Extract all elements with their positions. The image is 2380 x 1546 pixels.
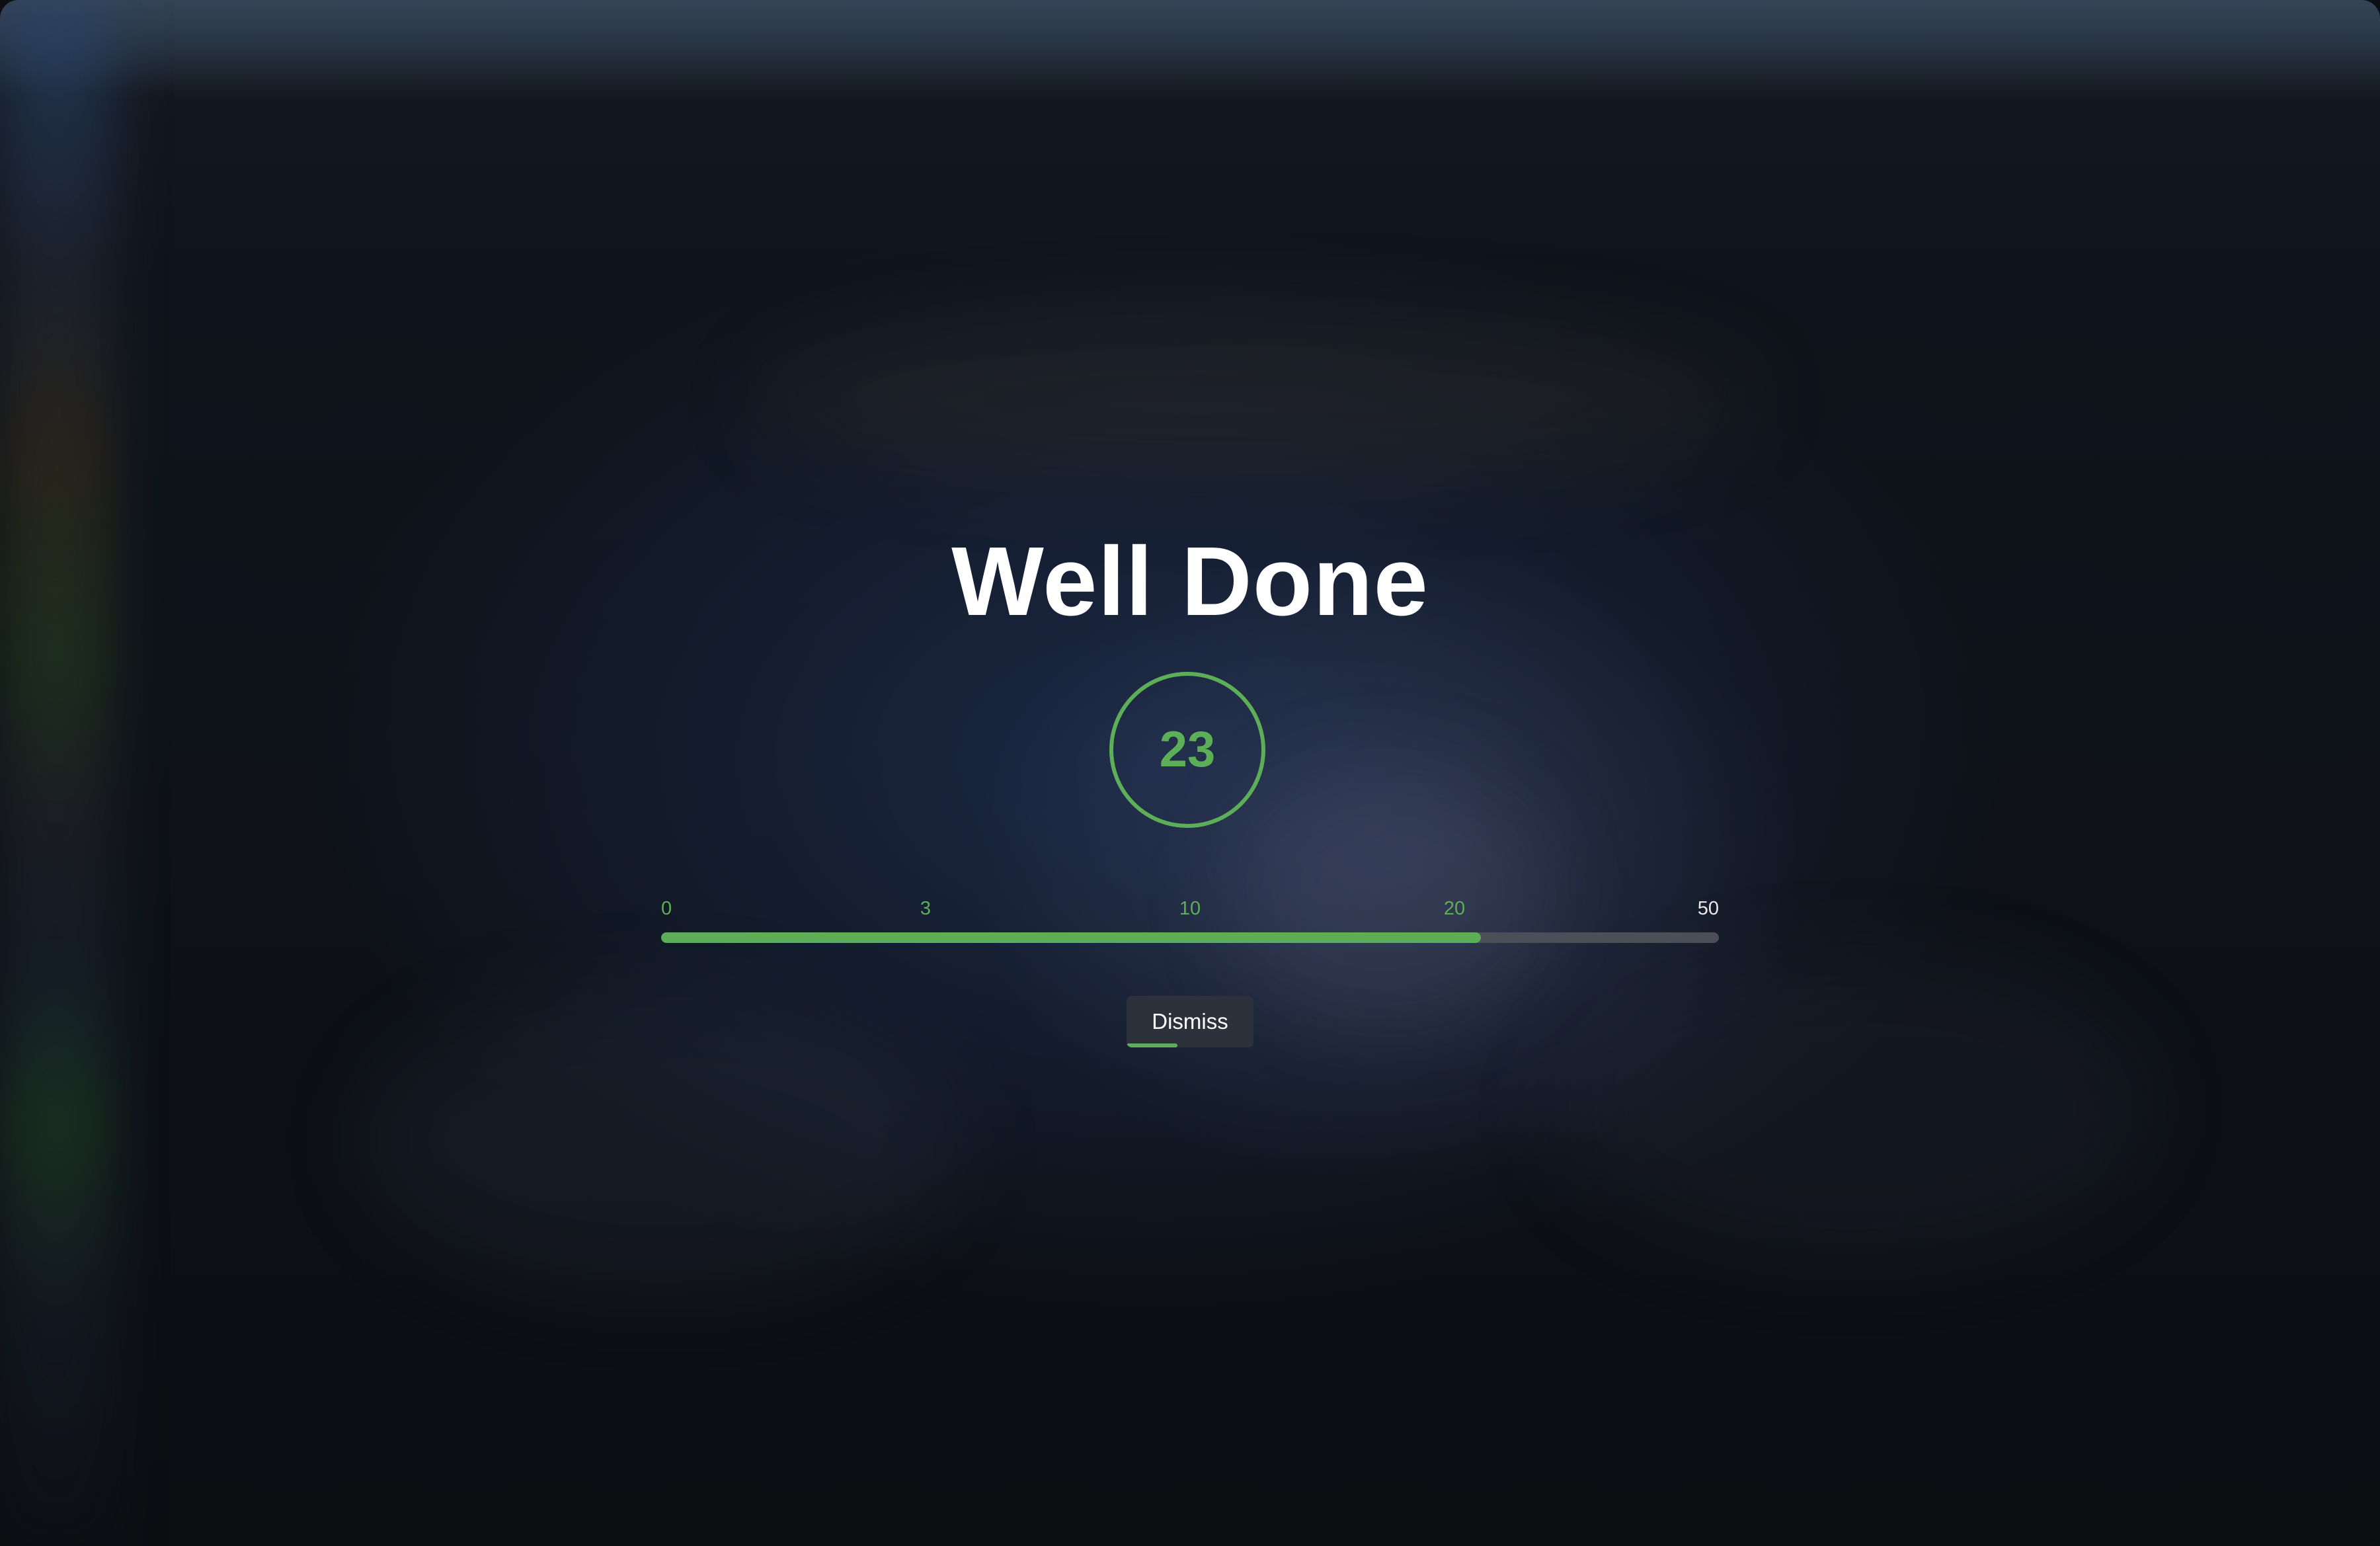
scale-tick-label: 10 xyxy=(1179,898,1201,919)
progress-track xyxy=(661,932,1719,943)
scale-tick-label: 20 xyxy=(1443,898,1466,919)
dismiss-button[interactable]: Dismiss xyxy=(1127,996,1253,1047)
progress-scale-labels: 0 3 10 20 50 xyxy=(661,897,1719,923)
dismiss-button-label: Dismiss xyxy=(1152,1009,1228,1034)
dismiss-countdown-bar xyxy=(1127,1043,1177,1047)
scale-tick-label: 0 xyxy=(661,898,672,919)
score-value: 23 xyxy=(1159,721,1216,778)
progress-fill xyxy=(661,932,1481,943)
result-title: Well Done xyxy=(951,527,1429,636)
result-overlay: Well Done 23 0 3 10 20 50 Dismiss xyxy=(0,0,2380,1546)
scale-tick-label: 3 xyxy=(920,898,932,919)
scale-tick-label: 50 xyxy=(1697,898,1719,919)
game-background: Well Done 23 0 3 10 20 50 Dismiss xyxy=(0,0,2380,1546)
score-badge: 23 xyxy=(1109,672,1265,828)
